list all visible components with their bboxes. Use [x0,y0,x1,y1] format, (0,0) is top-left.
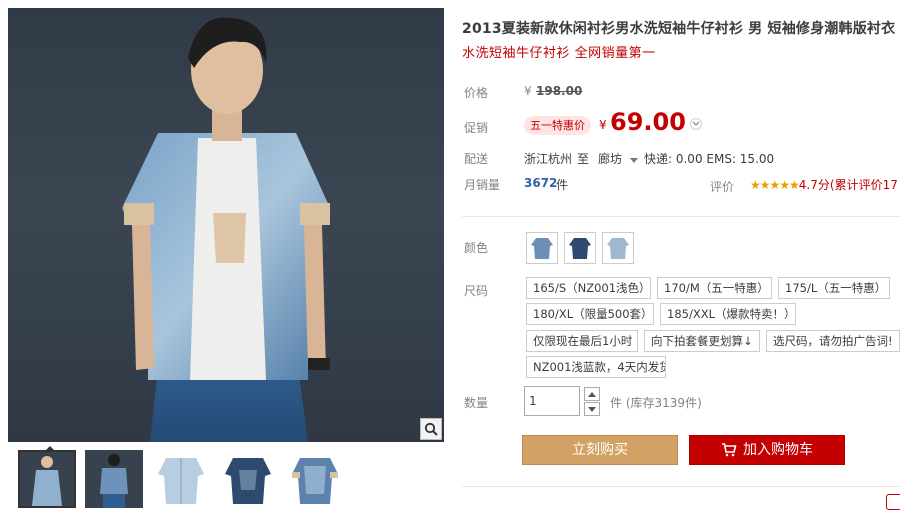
size-option[interactable]: 选尺码，请勿拍广告词! [766,330,900,352]
monthly-sales-label: 月销量 [464,178,501,192]
color-label: 颜色 [464,241,489,255]
stock-count: (库存3139件) [625,396,702,410]
divider [462,486,900,487]
review-count-link[interactable]: (累计评价17 [830,178,898,192]
size-option[interactable]: 仅限现在最后1小时 [526,330,638,352]
rating-score: 4.7分 [798,178,830,192]
thumbnail-image [292,458,338,504]
buy-now-button[interactable]: 立刻购买 [522,435,678,465]
shipping-fees: 快递: 0.00 EMS: 15.00 [644,152,775,166]
product-subtitle: 水洗短袖牛仔衬衫 全网销量第一 [462,46,656,61]
size-option[interactable]: 165/S（NZ001浅色） [526,277,651,299]
active-thumb-indicator [44,446,56,452]
thumbnail-image [158,458,204,504]
ship-to-word: 至 [577,152,590,166]
original-price: 198.00 [536,84,583,98]
currency-symbol: ¥ [524,84,532,98]
thumbnail-2[interactable] [85,450,143,508]
monthly-sales-unit: 件 [556,178,569,192]
shirt-thumb-icon [607,238,629,259]
quantity-input[interactable] [524,386,580,416]
cart-icon [722,443,737,457]
size-option[interactable]: NZ001浅蓝款，4天内发货 [526,356,666,378]
add-to-cart-label: 加入购物车 [743,442,813,458]
thumbnail-image [225,458,271,504]
quantity-decrease-button[interactable] [584,402,600,416]
color-swatch-dark-denim[interactable] [564,232,596,264]
monthly-sales-count: 3672 [524,176,558,190]
shirt-thumb-icon [531,238,553,259]
price-dropdown-toggle[interactable] [690,118,702,130]
size-option[interactable]: 180/XL（限量500套） [526,303,654,325]
price-label: 价格 [464,86,489,100]
magnifier-icon [424,422,438,436]
ship-destination: 廊坊 [598,152,623,166]
thumbnail-4[interactable] [219,450,277,508]
color-swatch-washed-denim[interactable] [602,232,634,264]
thumbnail-image [85,450,143,508]
size-option[interactable]: 175/L（五一特惠） [778,277,890,299]
product-title: 2013夏装新款休闲衬衫男水洗短袖牛仔衬衫 男 短袖修身潮韩版衬衣 [462,21,896,37]
rating-stars: ★★★★★ [750,178,800,192]
ship-destination-select[interactable]: 廊坊 [598,150,638,167]
main-product-image[interactable] [8,8,444,442]
thumbnail-strip [18,446,438,510]
caret-down-icon [588,406,596,412]
size-label: 尺码 [464,284,489,298]
price-panel: 价格 ¥ 198.00 促销 五一特惠价 ¥ 69.00 配送 浙江杭州 至 廊… [452,72,900,206]
stock-info: 件 (库存3139件) [610,394,702,411]
rating-summary[interactable]: ★★★★★4.7分(累计评价17 [750,176,898,193]
model-photo [122,17,330,442]
thumbnail-image [20,452,74,506]
promo-currency: ¥ [599,118,607,132]
caret-down-icon [629,158,638,163]
size-option[interactable]: 185/XXL（爆款特卖！） [660,303,796,325]
promo-label: 促销 [464,121,489,135]
promo-badge: 五一特惠价 [524,116,591,135]
divider [462,216,900,217]
zoom-button[interactable] [420,418,442,440]
thumbnail-5[interactable] [286,450,344,508]
size-option[interactable]: 向下拍套餐更划算↓ [644,330,760,352]
promo-price: 69.00 [610,108,686,136]
thumbnail-3[interactable] [152,450,210,508]
rating-label: 评价 [710,180,735,194]
quantity-unit: 件 [610,396,623,410]
size-option[interactable]: 170/M（五一特惠） [657,277,772,299]
color-swatch-light-denim[interactable] [526,232,558,264]
thumbnail-1[interactable] [18,446,76,508]
quantity-label: 数量 [464,396,489,410]
quantity-increase-button[interactable] [584,387,600,401]
ship-from: 浙江杭州 [524,152,573,166]
caret-up-icon [588,391,596,397]
chevron-down-icon [692,121,700,126]
shirt-thumb-icon [569,238,591,259]
shipping-label: 配送 [464,152,489,166]
add-to-cart-button[interactable]: 加入购物车 [689,435,845,465]
